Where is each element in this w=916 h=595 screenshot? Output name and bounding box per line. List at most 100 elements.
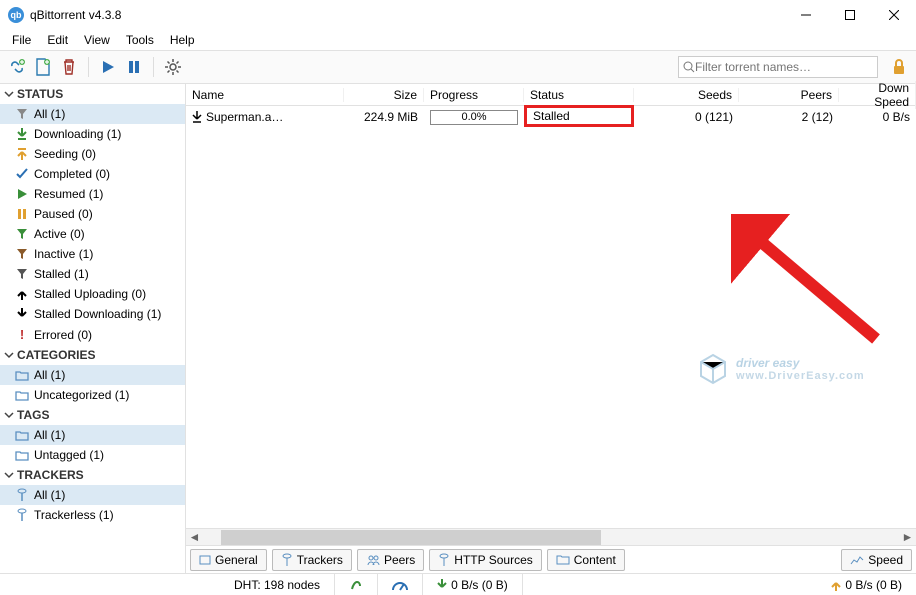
sidebar-item-tags-0[interactable]: All (1) — [0, 425, 185, 445]
tab-http-sources[interactable]: HTTP Sources — [429, 549, 541, 571]
torrent-status: Stalled — [533, 109, 570, 123]
torrent-size: 224.9 MiB — [344, 110, 424, 124]
minimize-button[interactable] — [784, 0, 828, 30]
detail-tabs: GeneralTrackersPeersHTTP Sources Content S… — [186, 545, 916, 573]
sidebar-item-status-3[interactable]: Completed (0) — [0, 164, 185, 184]
col-name[interactable]: Name — [186, 88, 344, 102]
sidebar-item-label: Resumed (1) — [34, 187, 103, 201]
menu-help[interactable]: Help — [162, 31, 203, 49]
sidebar-item-status-8[interactable]: Stalled (1) — [0, 264, 185, 284]
tab-peers[interactable]: Peers — [357, 549, 424, 571]
sidebar-item-label: Active (0) — [34, 227, 85, 241]
col-status[interactable]: Status — [524, 88, 634, 102]
sidebar-item-status-1[interactable]: Downloading (1) — [0, 124, 185, 144]
chevron-down-icon — [4, 410, 17, 420]
sidebar-item-status-0[interactable]: All (1) — [0, 104, 185, 124]
scroll-right-icon[interactable]: ► — [899, 530, 916, 544]
sidebar-item-status-6[interactable]: Active (0) — [0, 224, 185, 244]
add-file-button[interactable] — [32, 56, 54, 78]
torrent-peers: 2 (12) — [739, 110, 839, 124]
sidebar-item-label: Stalled (1) — [34, 267, 89, 281]
search-input[interactable] — [695, 60, 873, 74]
sidebar-header-trackers[interactable]: TRACKERS — [0, 465, 185, 485]
tab-content[interactable]: Content — [547, 549, 625, 571]
col-progress[interactable]: Progress — [424, 88, 524, 102]
sidebar-item-status-11[interactable]: !Errored (0) — [0, 324, 185, 345]
chevron-down-icon — [4, 470, 17, 480]
sidebar-item-trackers-1[interactable]: Trackerless (1) — [0, 505, 185, 525]
tab-icon — [850, 554, 864, 565]
tracker-icon — [14, 508, 30, 522]
sidebar-item-label: All (1) — [34, 488, 65, 502]
up-arrow-icon — [831, 579, 841, 591]
status-highlight: Stalled — [524, 105, 634, 127]
col-size[interactable]: Size — [344, 88, 424, 102]
ul-orange-icon — [14, 148, 30, 160]
sidebar-header-status[interactable]: STATUS — [0, 84, 185, 104]
dl-green-icon — [14, 128, 30, 140]
maximize-button[interactable] — [828, 0, 872, 30]
sidebar-item-categories-1[interactable]: Uncategorized (1) — [0, 385, 185, 405]
sidebar-header-categories[interactable]: CATEGORIES — [0, 345, 185, 365]
sidebar-item-trackers-0[interactable]: All (1) — [0, 485, 185, 505]
sidebar: STATUSAll (1)Downloading (1)Seeding (0)C… — [0, 84, 186, 573]
speedometer-icon[interactable] — [378, 574, 423, 595]
sidebar-item-label: Inactive (1) — [34, 247, 93, 261]
col-peers[interactable]: Peers — [739, 88, 839, 102]
lock-button[interactable] — [888, 56, 910, 78]
settings-button[interactable] — [162, 56, 184, 78]
search-icon — [683, 61, 695, 73]
folder-icon — [14, 450, 30, 461]
menu-view[interactable]: View — [76, 31, 118, 49]
search-box[interactable] — [678, 56, 878, 78]
col-seeds[interactable]: Seeds — [634, 88, 739, 102]
pause-orange-icon — [14, 208, 30, 220]
horizontal-scrollbar[interactable]: ◄ ► — [186, 528, 916, 545]
folder-icon — [14, 390, 30, 401]
scroll-left-icon[interactable]: ◄ — [186, 530, 203, 544]
col-dspeed[interactable]: Down Speed — [839, 81, 916, 109]
scroll-thumb[interactable] — [221, 530, 601, 545]
app-icon: qb — [8, 7, 24, 23]
folder-icon — [14, 430, 30, 441]
down-black-icon — [14, 308, 30, 320]
sidebar-header-tags[interactable]: TAGS — [0, 405, 185, 425]
up-speed-status: 0 B/s (0 B) — [817, 574, 916, 595]
add-link-button[interactable] — [6, 56, 28, 78]
menu-edit[interactable]: Edit — [39, 31, 76, 49]
delete-button[interactable] — [58, 56, 80, 78]
close-button[interactable] — [872, 0, 916, 30]
chevron-down-icon — [4, 89, 17, 99]
menu-file[interactable]: File — [4, 31, 39, 49]
check-icon — [14, 168, 30, 180]
funnel-icon — [14, 108, 30, 120]
dht-status: DHT: 198 nodes — [220, 574, 335, 595]
tab-general[interactable]: General — [190, 549, 267, 571]
torrent-seeds: 0 (121) — [634, 110, 739, 124]
sidebar-item-label: All (1) — [34, 368, 65, 382]
sidebar-item-status-10[interactable]: Stalled Downloading (1) — [0, 304, 185, 324]
tab-label: Speed — [868, 553, 903, 567]
table-row[interactable]: Superman.a… 224.9 MiB 0.0% Stalled 0 (12… — [186, 106, 916, 128]
table-header: Name Size Progress Status Seeds Peers Do… — [186, 84, 916, 106]
sidebar-item-categories-0[interactable]: All (1) — [0, 365, 185, 385]
resume-button[interactable] — [97, 56, 119, 78]
tab-trackers[interactable]: Trackers — [272, 549, 352, 571]
folder-icon — [14, 370, 30, 381]
sidebar-item-label: All (1) — [34, 107, 65, 121]
sidebar-item-status-7[interactable]: Inactive (1) — [0, 244, 185, 264]
sidebar-item-label: Trackerless (1) — [34, 508, 114, 522]
sidebar-item-label: Stalled Downloading (1) — [34, 307, 161, 321]
sidebar-item-tags-1[interactable]: Untagged (1) — [0, 445, 185, 465]
sidebar-item-status-9[interactable]: Stalled Uploading (0) — [0, 284, 185, 304]
progress-bar: 0.0% — [430, 110, 518, 125]
sidebar-item-label: Downloading (1) — [34, 127, 121, 141]
tracker-icon — [14, 488, 30, 502]
sidebar-item-status-2[interactable]: Seeding (0) — [0, 144, 185, 164]
sidebar-item-label: Stalled Uploading (0) — [34, 287, 146, 301]
menu-tools[interactable]: Tools — [118, 31, 162, 49]
tab-speed[interactable]: Speed — [841, 549, 912, 571]
sidebar-item-status-5[interactable]: Paused (0) — [0, 204, 185, 224]
sidebar-item-status-4[interactable]: Resumed (1) — [0, 184, 185, 204]
pause-button[interactable] — [123, 56, 145, 78]
